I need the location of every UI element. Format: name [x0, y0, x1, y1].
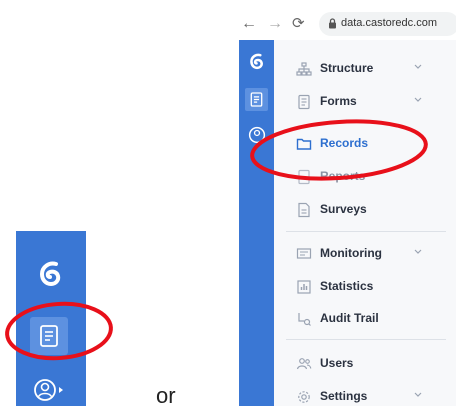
annotation-circle-mini-forms — [5, 301, 113, 361]
annotation-overlay — [5, 119, 428, 361]
annotation-circle-records — [250, 119, 428, 181]
